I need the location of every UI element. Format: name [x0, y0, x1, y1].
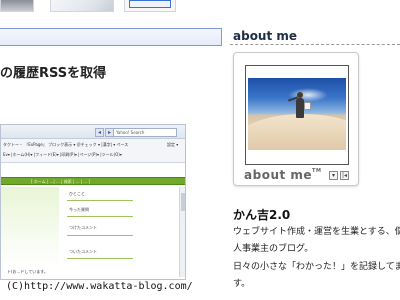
previous-icon[interactable]: |◂	[340, 171, 349, 180]
entry-header-bar	[0, 28, 222, 46]
thumbnail-image[interactable]	[0, 0, 34, 12]
content-panel	[1, 187, 59, 267]
thumbnail-image[interactable]	[124, 0, 176, 12]
dropdown-icon[interactable]: ▾	[329, 171, 338, 180]
toolbar-row-2: Ev▾ |ホーム(H)▾ |フィード(E)▾ |印刷(P)▾ |ページ(P)▾ …	[3, 152, 122, 157]
embedded-browser-screenshot: ◂ ▸ Yahoo! Search タクトー・ 『ExPage』 ブロック表示 …	[0, 124, 186, 280]
toolbar-row-1: タクトー・ 『ExPage』 ブロック表示 ▾ ＠チェック ▾ |漢字| ▾ ペ…	[3, 142, 129, 147]
side-label: ひとこと	[69, 191, 85, 196]
profile-name: かん吉2.0	[233, 208, 291, 222]
divider	[67, 258, 133, 259]
divider	[67, 216, 133, 217]
browser-command-bar: タクトー・ 『ExPage』 ブロック表示 ▾ ＠チェック ▾ |漢字| ▾ ペ…	[1, 139, 185, 163]
browser-toolbar: ◂ ▸ Yahoo! Search	[1, 125, 185, 139]
side-label: ついたコメント	[69, 249, 97, 254]
thumbnail-image[interactable]	[50, 0, 114, 12]
bio-text: す。	[233, 279, 251, 289]
page-nav-links: [ ホーム | ...| ... | 検索 | ... | ... ]	[31, 179, 90, 184]
side-label: 今った質問	[69, 207, 89, 212]
side-label: つけたコメント	[69, 225, 97, 230]
search-field: Yahoo! Search	[113, 128, 177, 137]
photo-frame	[245, 65, 349, 165]
scrollbar	[179, 187, 185, 277]
sidebar-heading: about me	[233, 29, 298, 43]
footer-text: ト(お...ドしています。	[7, 269, 48, 274]
article-title[interactable]: の履歴RSSを取得	[0, 62, 106, 81]
settings-menu: 設定 ▾	[167, 142, 179, 147]
bio-text: 日々の小さな「わかった！」を記録してま	[233, 262, 400, 272]
copyright-caption: (C)http://www.wakatta-blog.com/	[6, 281, 193, 292]
bio-text: ウェブサイト作成・運営を生業とする、個	[233, 227, 400, 237]
heading-divider	[230, 44, 400, 45]
back-icon: ◂	[95, 128, 104, 137]
about-me-logo: about meTM	[244, 168, 322, 182]
page-navigation-bar: [ ホーム | ...| ... | 検索 | ... | ... ]	[1, 177, 185, 185]
about-me-widget[interactable]: about meTM ▾ |◂	[233, 52, 359, 186]
divider	[67, 200, 133, 201]
divider	[67, 235, 133, 236]
bio-text: 人事業主のブログ。	[233, 244, 314, 254]
profile-photo[interactable]	[248, 78, 346, 150]
